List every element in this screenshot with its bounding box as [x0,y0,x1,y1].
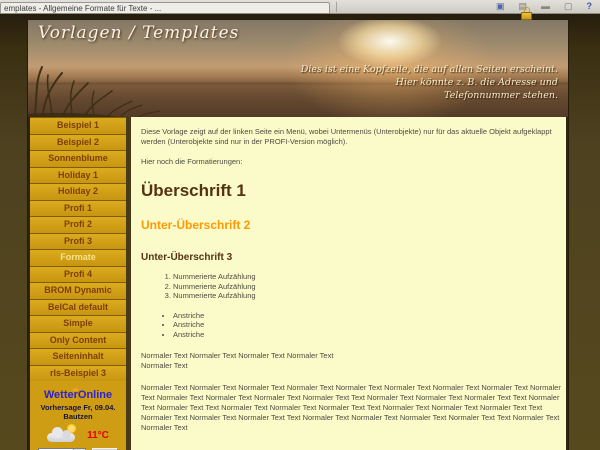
sidebar-item-profi-4[interactable]: Profi 4 [30,266,126,283]
browser-title-bar: emplates - Allgemeine Formate für Texte … [0,0,600,14]
sidebar-item-profi-2[interactable]: Profi 2 [30,216,126,233]
help-icon[interactable]: ? [587,2,593,11]
tagline-line: Hier könnte z. B. die Adresse und [301,76,558,89]
weather-widget: WetterOnline Vorhersage Fr, 09.04. Bautz… [30,385,126,450]
browser-tab[interactable]: emplates - Allgemeine Formate für Texte … [0,2,330,13]
text-paragraph: Normaler Text Normaler Text Normaler Tex… [141,351,554,371]
sidebar-item-profi-3[interactable]: Profi 3 [30,233,126,250]
text-paragraph-long: Normaler Text Normaler Text Normaler Tex… [141,383,568,433]
site-frame: Vorlagen / Templates Dies ist eine Kopfz… [28,20,568,450]
body-row: Beispiel 1 Beispiel 2 Sonnenblume Holida… [28,117,568,450]
site-title: Vorlagen / Templates [38,23,239,43]
list-item: Anstriche [173,330,554,340]
heading-2: Unter-Überschrift 2 [141,218,554,232]
heading-3: Unter-Überschrift 3 [141,252,554,263]
list-item: Nummerierte Aufzählung [173,282,554,292]
toolbar-divider [336,2,337,12]
windows-icon[interactable]: ▢ [564,2,573,11]
sidebar-item-formate[interactable]: Formate [30,249,126,266]
sidebar-item-simple[interactable]: Simple [30,315,126,332]
dune-grass-graphic [28,61,198,117]
sidebar-item-beispiel-2[interactable]: Beispiel 2 [30,134,126,151]
header-image: Vorlagen / Templates Dies ist eine Kopfz… [28,20,568,117]
sidebar-item-holiday-1[interactable]: Holiday 1 [30,167,126,184]
sidebar-item-profi-1[interactable]: Profi 1 [30,200,126,217]
list-item: Nummerierte Aufzählung [173,272,554,282]
list-item: Anstriche [173,311,554,321]
panels-icon[interactable]: ▣ [496,2,505,11]
intro-paragraph: Diese Vorlage zeigt auf der linken Seite… [141,127,568,147]
list-item: Nummerierte Aufzählung [173,291,554,301]
sidebar-item-brom-dynamic[interactable]: BROM Dynamic [30,282,126,299]
sidebar-item-holiday-2[interactable]: Holiday 2 [30,183,126,200]
list-item: Anstriche [173,320,554,330]
sidebar-item-beispiel-1[interactable]: Beispiel 1 [30,117,126,134]
heading-1: Überschrift 1 [141,181,554,201]
lock-icon[interactable] [521,7,533,20]
sidebar-item-seiteninhalt[interactable]: Seiteninhalt [30,348,126,365]
browser-tab-title: emplates - Allgemeine Formate für Texte … [4,4,161,13]
formats-intro: Hier noch die Formatierungen: [141,157,554,167]
main-content: Diese Vorlage zeigt auf der linken Seite… [131,117,568,450]
sidebar-item-only-content[interactable]: Only Content [30,332,126,349]
bullet-list: Anstriche Anstriche Anstriche [141,311,554,340]
temperature-value: 11°C [87,430,109,441]
sun-icon [73,388,78,391]
minimize-icon[interactable]: ▬ [541,2,550,11]
sidebar-item-rls-beispiel-3[interactable]: rls-Beispiel 3 [30,365,126,382]
numbered-list: Nummerierte Aufzählung Nummerierte Aufzä… [141,272,554,301]
weather-city: Bautzen [30,412,126,421]
wetteronline-logo[interactable]: WetterOnline [44,389,112,401]
tagline-line: Telefonnummer stehen. [301,89,558,102]
sidebar-item-belcal-default[interactable]: BelCal default [30,299,126,316]
weather-forecast-date: Vorhersage Fr, 09.04. [30,403,126,412]
sidebar-menu: Beispiel 1 Beispiel 2 Sonnenblume Holida… [28,117,126,450]
tagline-line: Dies ist eine Kopfzeile, die auf allen S… [301,63,558,76]
cloud-sun-icon [47,428,77,442]
header-tagline: Dies ist eine Kopfzeile, die auf allen S… [301,63,558,102]
sidebar-item-sonnenblume[interactable]: Sonnenblume [30,150,126,167]
